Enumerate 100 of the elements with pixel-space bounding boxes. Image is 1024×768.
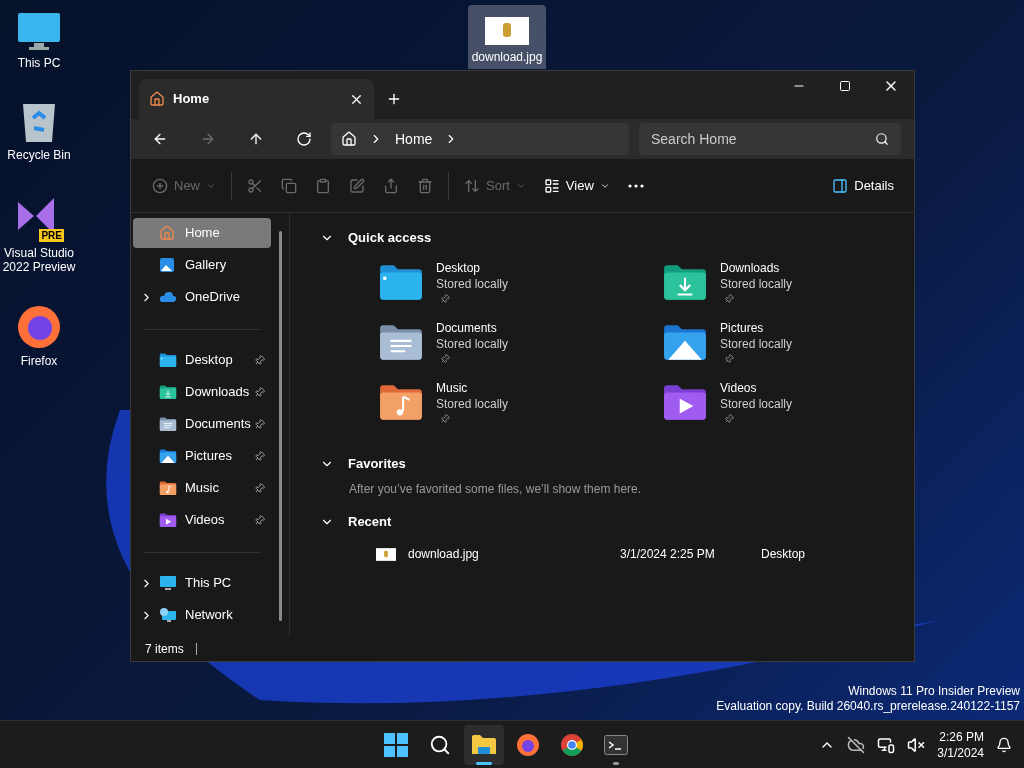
- nav-item-label: Music: [185, 479, 220, 498]
- notifications-icon[interactable]: [996, 736, 1012, 753]
- nav-item[interactable]: Downloads: [133, 377, 271, 407]
- file-name: download.jpg: [408, 546, 480, 563]
- rename-icon: [349, 177, 365, 194]
- folder-tile[interactable]: Desktop Stored locally: [378, 260, 662, 320]
- more-dots-icon: [627, 183, 644, 188]
- plus-circle-icon: [152, 177, 168, 194]
- desktop-icon[interactable]: download.jpg: [468, 5, 546, 69]
- refresh-icon: [296, 131, 312, 147]
- search-icon[interactable]: [875, 132, 889, 146]
- nav-item-label: Home: [185, 224, 221, 243]
- browser-logo-icon: [516, 732, 540, 757]
- desktop-icon-label: This PC: [17, 56, 61, 70]
- scrollbar[interactable]: [278, 231, 282, 621]
- folder-tile[interactable]: Documents Stored locally: [378, 320, 662, 380]
- empty-favorites-message: After you’ve favorited some files, we’ll show them here.: [348, 481, 643, 498]
- breadcrumb-item[interactable]: Home: [395, 128, 433, 150]
- download-folder-icon: [662, 264, 708, 301]
- item-count: 7 items: [145, 641, 184, 658]
- folder-status: Stored locally: [436, 336, 509, 352]
- nav-item[interactable]: Home: [133, 218, 271, 248]
- details-button[interactable]: Details: [824, 169, 902, 202]
- browser-logo-icon: [16, 304, 62, 350]
- forward-arrow-icon: [200, 131, 216, 147]
- list-layout-icon: [543, 177, 560, 194]
- nav-item[interactable]: Videos: [133, 505, 271, 535]
- folder-status: Stored locally: [720, 276, 793, 292]
- search-icon: [429, 733, 451, 756]
- nav-item[interactable]: This PC: [133, 568, 271, 598]
- nav-item[interactable]: Gallery: [133, 250, 271, 280]
- home-icon: [149, 91, 165, 107]
- desktop-icon-label: Recycle Bin: [7, 148, 71, 162]
- tab-title: Home: [173, 90, 211, 109]
- nav-item[interactable]: OneDrive: [133, 282, 271, 312]
- cloud-icon: [159, 291, 177, 303]
- evaluation-notice: Evaluation copy. Build 26040.rs_prerelease.240122-1157: [716, 699, 1020, 714]
- document-folder-icon: [378, 324, 424, 361]
- folder-tile[interactable]: Downloads Stored locally: [662, 260, 914, 320]
- desktop-folder-icon: [159, 352, 177, 368]
- share-icon: [383, 177, 399, 194]
- folder-status: Stored locally: [720, 396, 793, 412]
- folder-tile[interactable]: Pictures Stored locally: [662, 320, 914, 380]
- network-icon: [159, 607, 177, 623]
- address-bar[interactable]: Home: [331, 123, 629, 155]
- sort-arrows-icon: [464, 177, 480, 194]
- nav-item[interactable]: Documents: [133, 409, 271, 439]
- desktop-icon-label: download.jpg: [471, 50, 543, 64]
- folder-name: Documents: [436, 320, 498, 336]
- maximize-icon[interactable]: [839, 80, 851, 92]
- folder-icon: [471, 733, 497, 756]
- tab[interactable]: Home: [139, 79, 374, 119]
- section-header[interactable]: Favorites: [290, 452, 914, 476]
- folder-name: Downloads: [720, 260, 781, 276]
- folder-status: Stored locally: [720, 336, 793, 352]
- desktop-icon[interactable]: This PC: [0, 8, 78, 74]
- section-header[interactable]: Recent: [290, 510, 914, 534]
- new-tab-icon[interactable]: [386, 91, 402, 107]
- nav-item[interactable]: Pictures: [133, 441, 271, 471]
- volume-muted-icon[interactable]: [907, 735, 926, 754]
- clock-time[interactable]: 2:26 PM: [939, 728, 984, 745]
- clock-date[interactable]: 3/1/2024: [937, 744, 984, 761]
- desktop-icon-label: Visual Studio 2022 Preview: [1, 246, 77, 274]
- download-folder-icon: [159, 384, 177, 400]
- nav-item[interactable]: Music: [133, 473, 271, 503]
- network-icon[interactable]: [877, 735, 896, 754]
- folder-tile[interactable]: Videos Stored locally: [662, 380, 914, 440]
- nav-item[interactable]: Desktop: [133, 345, 271, 375]
- view-button[interactable]: View: [534, 169, 619, 202]
- file-date: 3/1/2024 2:25 PM: [620, 546, 716, 563]
- desktop-folder-icon: [378, 264, 424, 301]
- details-pane-icon: [832, 177, 849, 194]
- folder-status: Stored locally: [436, 396, 509, 412]
- home-icon: [341, 131, 357, 147]
- folder-name: Pictures: [720, 320, 765, 336]
- nav-item-label: Desktop: [185, 351, 234, 370]
- nav-item[interactable]: Network: [133, 600, 271, 630]
- desktop-icon[interactable]: Recycle Bin: [0, 96, 78, 166]
- folder-name: Music: [436, 380, 469, 396]
- recent-file-row[interactable]: download.jpg 3/1/2024 2:25 PM Desktop: [290, 538, 914, 570]
- video-folder-icon: [662, 384, 708, 421]
- nav-item-label: This PC: [185, 574, 233, 593]
- nav-item-label: Videos: [185, 511, 226, 530]
- monitor-icon: [159, 575, 177, 591]
- cloud-off-icon[interactable]: [847, 735, 866, 754]
- desktop-icon[interactable]: Firefox: [0, 300, 78, 372]
- browser-logo-icon: [560, 732, 584, 757]
- taskbar-app-button[interactable]: [464, 724, 504, 765]
- folder-tile[interactable]: Music Stored locally: [378, 380, 662, 440]
- evaluation-notice: Windows 11 Pro Insider Preview: [848, 684, 1020, 699]
- desktop-icon[interactable]: PRE Visual Studio 2022 Preview: [0, 188, 78, 278]
- nav-item-label: Network: [185, 606, 234, 625]
- nav-item-label: OneDrive: [185, 288, 241, 307]
- music-folder-icon: [378, 384, 424, 421]
- search-field[interactable]: Search Home: [639, 123, 901, 155]
- scissors-icon: [247, 177, 263, 194]
- section-header[interactable]: Quick access: [290, 226, 914, 250]
- image-thumbnail-icon: [485, 17, 529, 45]
- preview-badge: PRE: [39, 229, 64, 242]
- file-location: Desktop: [761, 546, 806, 563]
